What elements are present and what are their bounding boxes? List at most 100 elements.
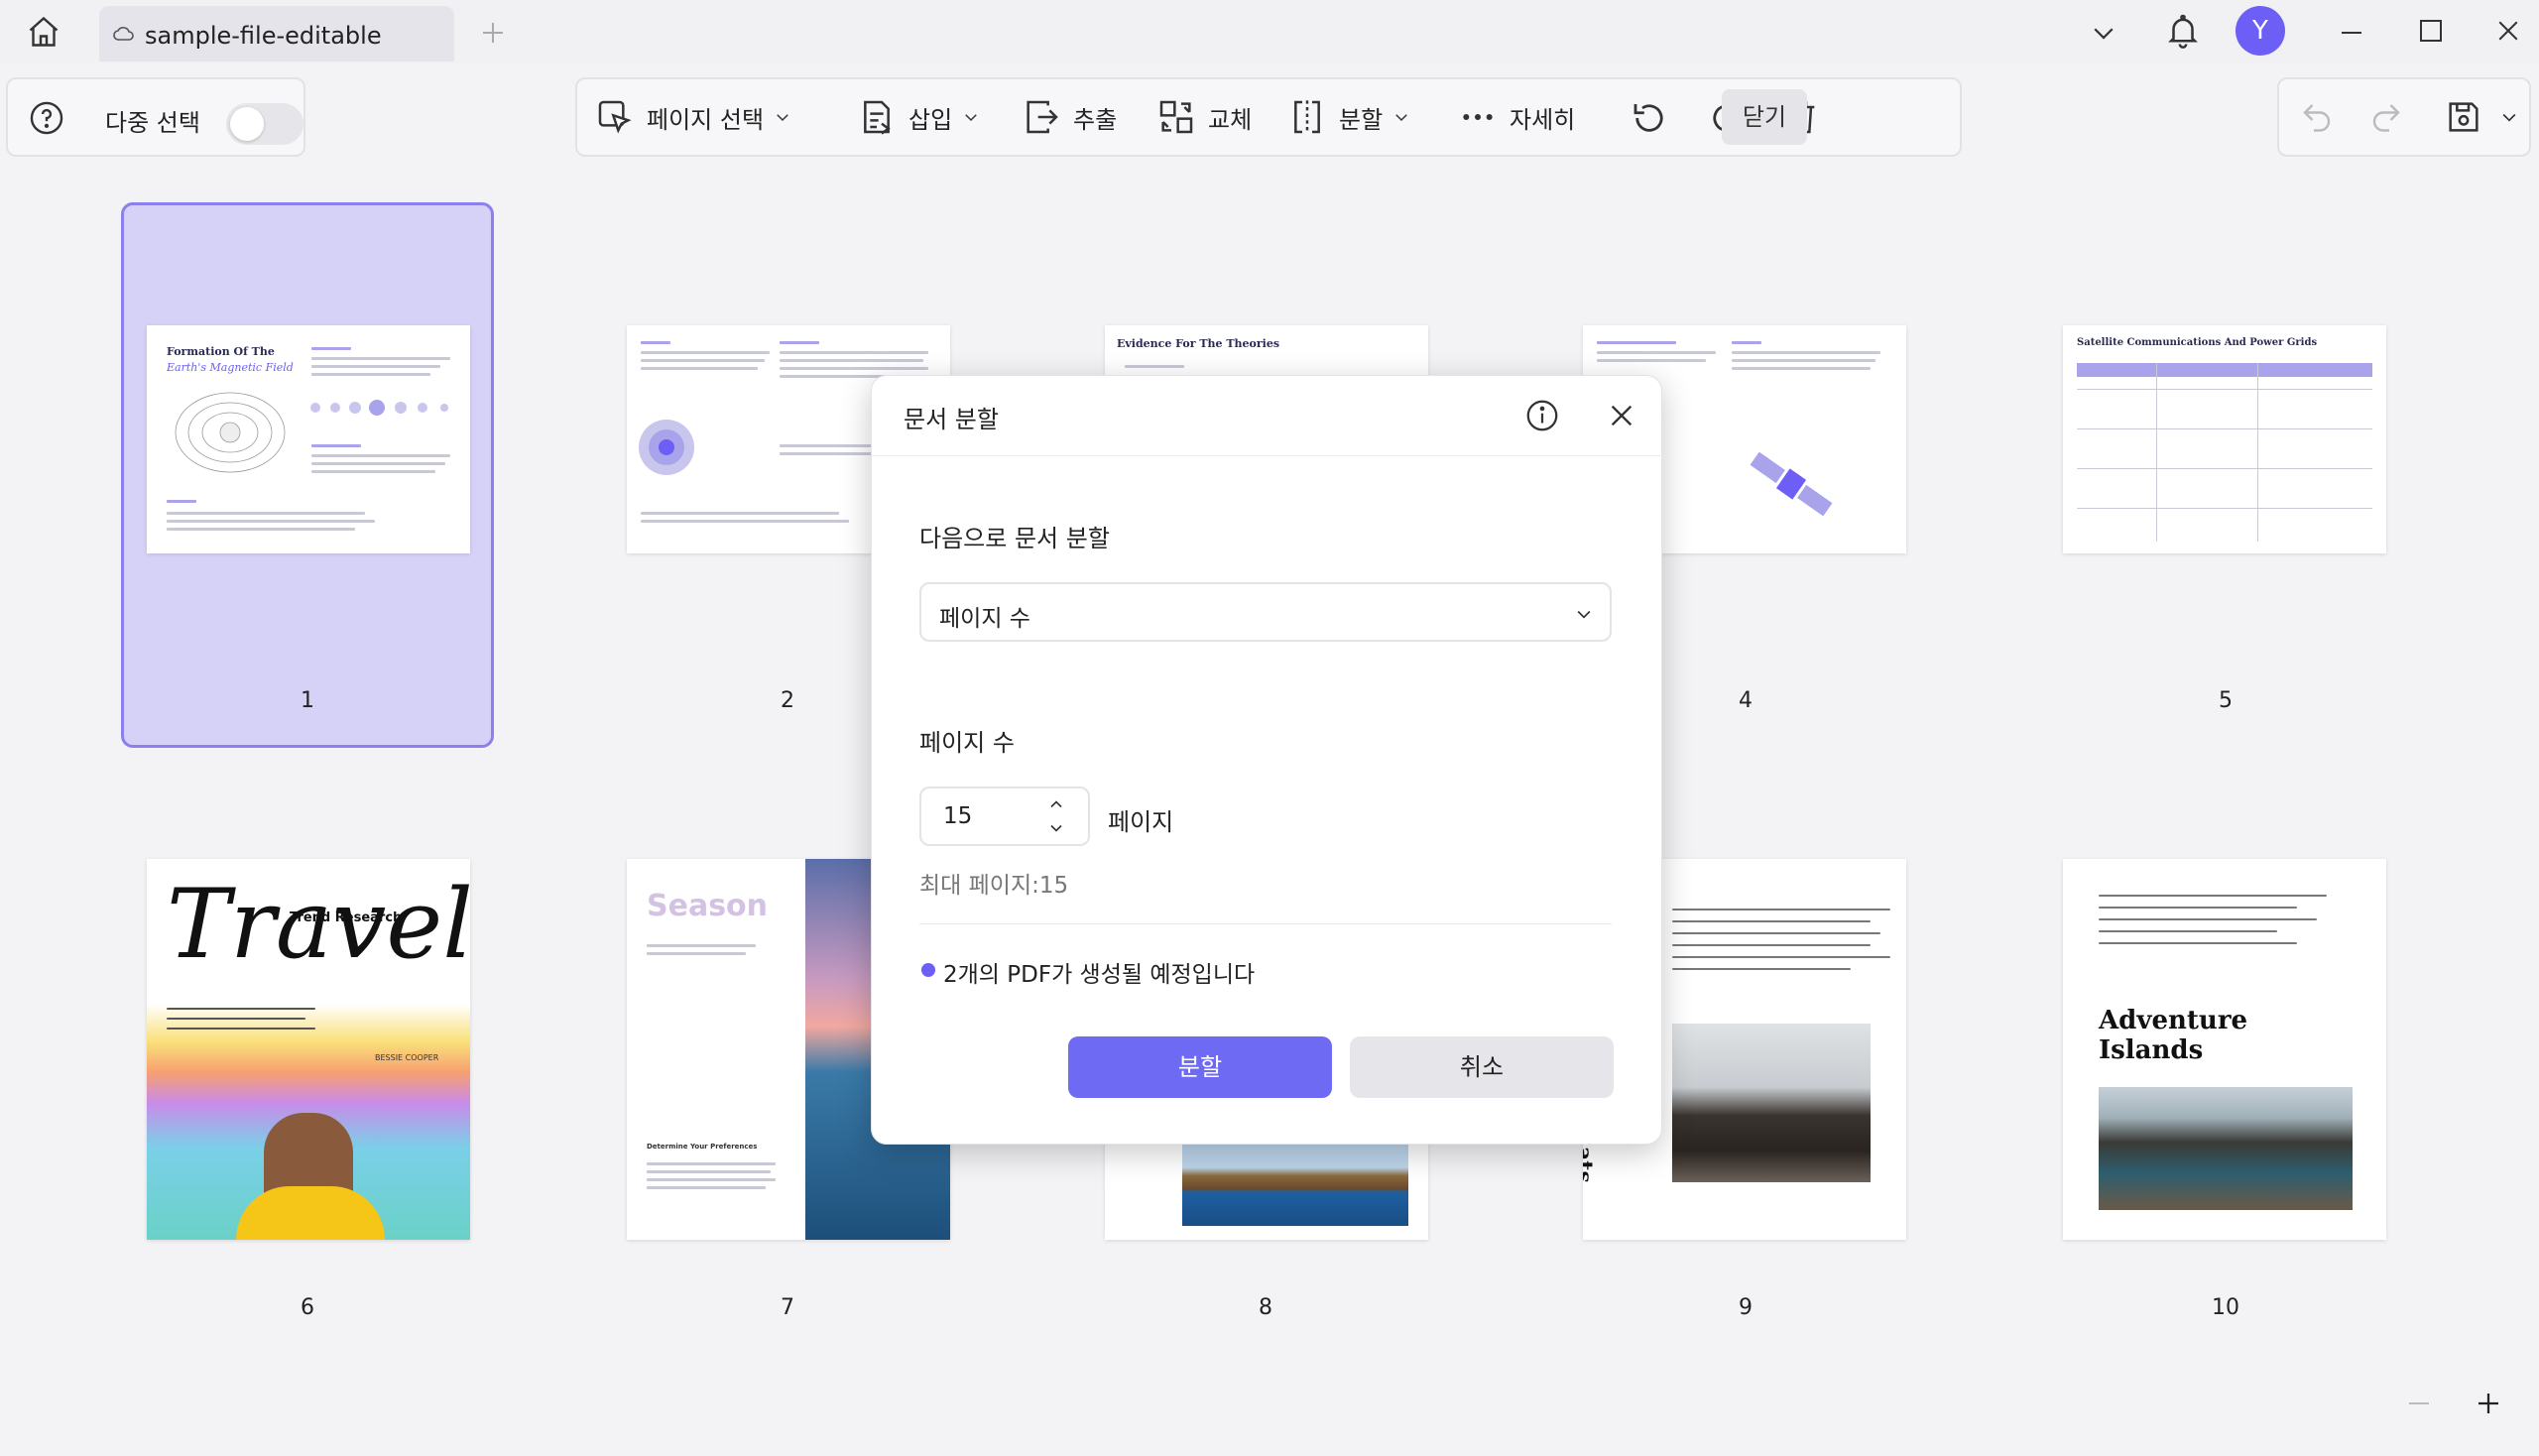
tab-title: sample-file-editable: [145, 22, 382, 50]
dialog-divider: [872, 455, 1663, 456]
info-icon[interactable]: [1524, 398, 1560, 433]
chevron-down-icon[interactable]: [2089, 18, 2118, 48]
insert-label: 삽입: [908, 105, 953, 134]
minimize-icon[interactable]: [2337, 18, 2366, 48]
more-label: 자세히: [1510, 105, 1576, 134]
page-9-side-text: ats: [1583, 1147, 1597, 1183]
kayak-illustration: [236, 1186, 385, 1240]
rock-arch-photo: [2099, 1087, 2353, 1210]
bell-icon[interactable]: [2164, 12, 2202, 50]
page-select-label: 페이지 선택: [647, 105, 765, 134]
table-header: [2077, 363, 2372, 377]
planet-row-illustration: [310, 400, 448, 416]
page-number-1: 1: [301, 688, 314, 713]
toggle-knob: [230, 107, 264, 141]
page-count-value: 15: [943, 803, 973, 829]
page-10-title: Adventure: [2099, 1006, 2248, 1035]
chevron-down-icon: [962, 108, 980, 126]
page-toolbar: 페이지 선택 삽입 추출 교체 분할 자세히 닫기: [575, 77, 1962, 157]
new-tab-plus-icon[interactable]: [478, 18, 508, 48]
status-dot: [921, 963, 935, 977]
chevron-down-icon: [1574, 604, 1594, 624]
page-number-2: 2: [781, 688, 794, 713]
multi-select-toggle[interactable]: [226, 103, 303, 145]
page-6-subtitle: Trend Research: [290, 910, 403, 925]
close-window-icon[interactable]: [2493, 16, 2523, 46]
page-1-subtitle: Earth's Magnetic Field: [167, 361, 294, 374]
page-3-title: Evidence For The Theories: [1117, 337, 1280, 350]
document-tab[interactable]: sample-file-editable: [99, 6, 454, 61]
page-number-7: 7: [781, 1295, 794, 1320]
extract-button[interactable]: 추출: [1022, 79, 1117, 155]
insert-page-icon: [857, 97, 897, 137]
earth-layers-illustration: [639, 420, 694, 475]
home-icon[interactable]: [26, 14, 61, 50]
island-photo: [1182, 1143, 1408, 1226]
page-number-8: 8: [1259, 1295, 1272, 1320]
multi-select-label: 다중 선택: [105, 109, 200, 137]
result-note: 2개의 PDF가 생성될 예정입니다: [943, 962, 1256, 988]
stepper-down-icon[interactable]: [1046, 818, 1066, 838]
redo-icon[interactable]: [2368, 99, 2404, 135]
split-label: 분할: [1339, 105, 1384, 134]
stepper-up-icon[interactable]: [1046, 794, 1066, 814]
page-count-label: 페이지 수: [919, 729, 1015, 757]
cancel-button[interactable]: 취소: [1350, 1036, 1614, 1098]
split-mode-select[interactable]: 페이지 수: [919, 582, 1612, 642]
cloud-icon: [111, 22, 137, 46]
rotate-left-icon[interactable]: [1629, 97, 1670, 139]
cursor-select-icon: [595, 97, 635, 137]
page-7-title: Season: [647, 889, 769, 923]
close-button[interactable]: 닫기: [1722, 89, 1807, 145]
help-icon[interactable]: [28, 99, 65, 137]
page-thumbnail-10[interactable]: Adventure Islands: [2063, 859, 2386, 1240]
split-page-icon: [1287, 97, 1327, 137]
page-1-title: Formation Of The: [167, 345, 275, 358]
save-icon[interactable]: [2444, 97, 2483, 137]
page-thumbnail-1[interactable]: Formation Of The Earth's Magnetic Field: [147, 325, 470, 553]
undo-icon[interactable]: [2299, 99, 2335, 135]
page-thumbnail-5[interactable]: Satellite Communications And Power Grids: [2063, 325, 2386, 553]
page-thumbnail-6[interactable]: Travel Trend Research BESSIE COOPER: [147, 859, 470, 1240]
page-select-button[interactable]: 페이지 선택: [595, 79, 791, 155]
history-panel: [2277, 77, 2531, 157]
extract-page-icon: [1022, 97, 1061, 137]
chevron-down-icon: [774, 108, 791, 126]
title-bar: sample-file-editable Y: [0, 0, 2539, 63]
more-dots-icon: [1458, 97, 1498, 137]
page-7-subtitle: Determine Your Preferences: [647, 1143, 758, 1151]
split-by-label: 다음으로 문서 분할: [919, 525, 1110, 552]
split-button[interactable]: 분할: [1068, 1036, 1332, 1098]
chevron-down-icon[interactable]: [2499, 107, 2519, 127]
page-count-stepper[interactable]: 15: [919, 787, 1090, 846]
insert-button[interactable]: 삽입: [857, 79, 980, 155]
page-number-4: 4: [1739, 688, 1753, 713]
page-5-title: Satellite Communications And Power Grids: [2077, 337, 2318, 348]
page-count-unit: 페이지: [1108, 808, 1174, 836]
dialog-title: 문서 분할: [904, 406, 999, 433]
replace-label: 교체: [1208, 105, 1253, 134]
page-6-author: BESSIE COOPER: [375, 1053, 439, 1062]
max-pages-hint: 최대 페이지:15: [919, 873, 1069, 899]
page-10-title-line2: Islands: [2099, 1035, 2204, 1065]
split-button[interactable]: 분할: [1287, 79, 1410, 155]
replace-button[interactable]: 교체: [1156, 79, 1252, 155]
more-button[interactable]: 자세히: [1458, 79, 1575, 155]
maximize-icon[interactable]: [2416, 16, 2446, 46]
multi-select-panel: 다중 선택: [6, 77, 305, 157]
page-number-6: 6: [301, 1295, 314, 1320]
chevron-down-icon: [1392, 108, 1410, 126]
close-icon[interactable]: [1606, 400, 1637, 431]
magnetic-field-illustration: [175, 392, 286, 473]
sea-stack-photo: [1672, 1024, 1871, 1182]
avatar[interactable]: Y: [2236, 6, 2285, 56]
page-number-10: 10: [2212, 1295, 2239, 1320]
extract-label: 추출: [1073, 105, 1118, 134]
dialog-divider: [919, 923, 1612, 924]
page-number-9: 9: [1739, 1295, 1753, 1320]
zoom-out-icon[interactable]: [2404, 1389, 2434, 1418]
zoom-in-icon[interactable]: [2474, 1389, 2503, 1418]
page-number-5: 5: [2219, 688, 2233, 713]
split-mode-value: 페이지 수: [939, 606, 1030, 632]
satellite-illustration: [1750, 451, 1833, 517]
